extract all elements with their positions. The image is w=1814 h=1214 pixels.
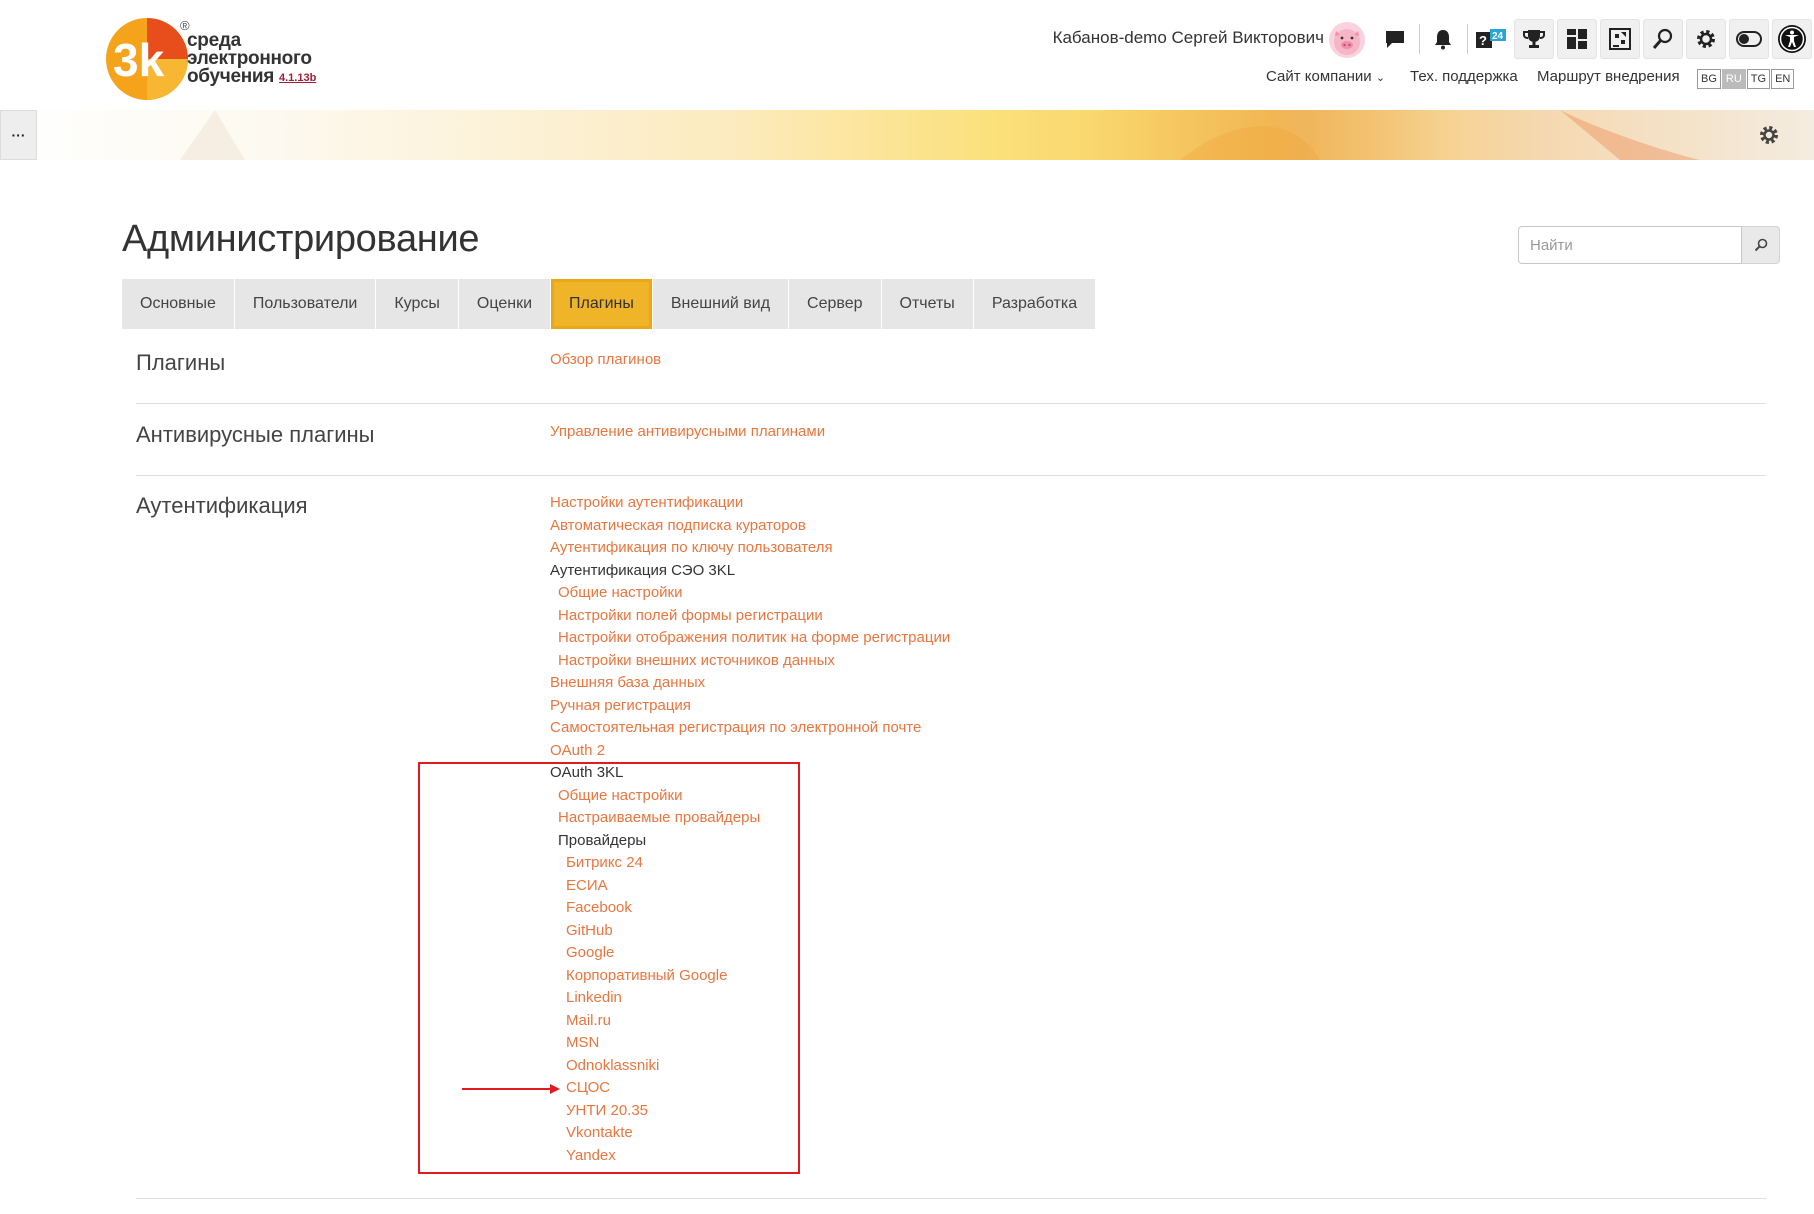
annotation-highlight-box (418, 762, 800, 1174)
auth-link[interactable]: Ручная регистрация (550, 696, 691, 716)
drawer-toggle-button[interactable]: ··· (0, 110, 37, 160)
dashboard-icon[interactable] (1557, 19, 1597, 59)
chess-icon[interactable] (1600, 19, 1640, 59)
section-divider (136, 475, 1766, 476)
auth-link[interactable]: Аутентификация по ключу пользователя (550, 538, 833, 558)
top-links: Сайт компании ⌄ Тех. поддержка Маршрут в… (1200, 68, 1690, 90)
svg-text:?: ? (1479, 33, 1487, 48)
header-icons: ? 24 (1372, 19, 1812, 59)
auth-link[interactable]: Общие настройки (558, 583, 683, 603)
annotation-arrow-icon (462, 1084, 560, 1094)
page-settings-gear-icon[interactable] (1756, 122, 1782, 148)
version-label: 4.1.13b (279, 72, 317, 84)
auth-link[interactable]: Самостоятельная регистрация по электронн… (550, 718, 921, 738)
search-icon (1754, 238, 1767, 252)
tab-reports[interactable]: Отчеты (881, 279, 974, 329)
svg-text:24: 24 (1492, 31, 1504, 42)
bell-icon[interactable] (1423, 19, 1463, 59)
auth-link[interactable]: Настройки полей формы регистрации (558, 606, 823, 626)
svg-text:3k: 3k (113, 34, 165, 86)
search-input[interactable] (1518, 226, 1742, 264)
search-submit-button[interactable] (1742, 226, 1780, 264)
lang-en[interactable]: EN (1771, 69, 1795, 89)
section-title: Плагины (136, 350, 226, 375)
logo-3k-icon: 3k (106, 18, 188, 100)
tab-plugins[interactable]: Плагины (551, 279, 653, 329)
avatar[interactable] (1329, 22, 1365, 58)
header-divider (1419, 24, 1420, 54)
header-banner (0, 110, 1814, 160)
chevron-down-icon: ⌄ (1375, 72, 1386, 84)
admin-search (1518, 226, 1780, 264)
section-divider (136, 403, 1766, 404)
roadmap-link[interactable]: Маршрут внедрения (1537, 68, 1680, 85)
section-title: Антивирусные плагины (136, 422, 375, 447)
header-divider (1467, 24, 1468, 54)
gear-icon[interactable] (1686, 19, 1726, 59)
admin-tabs: Основные Пользователи Курсы Оценки Плаги… (122, 279, 1097, 329)
search-icon[interactable] (1643, 19, 1683, 59)
plugins-overview-link[interactable]: Обзор плагинов (550, 350, 661, 370)
tab-development[interactable]: Разработка (973, 279, 1097, 329)
auth-link[interactable]: Внешняя база данных (550, 673, 705, 693)
company-site-label: Сайт компании (1266, 68, 1372, 85)
auth-group-label: Аутентификация СЭО 3KL (550, 561, 736, 579)
lang-ru[interactable]: RU (1721, 69, 1746, 89)
auth-link[interactable]: Настройки аутентификации (550, 493, 743, 513)
support-link[interactable]: Тех. поддержка (1410, 68, 1518, 85)
accessibility-icon[interactable] (1772, 19, 1812, 59)
lang-tg[interactable]: TG (1746, 69, 1771, 89)
auth-link[interactable]: Автоматическая подписка кураторов (550, 516, 806, 536)
tab-general[interactable]: Основные (122, 279, 235, 329)
user-name[interactable]: Кабанов-demo Сергей Викторович (1010, 28, 1324, 48)
chat-icon[interactable] (1375, 19, 1415, 59)
section-title: Аутентификация (136, 493, 308, 518)
language-switcher: BG RU TG EN (1696, 69, 1795, 89)
pig-avatar-icon (1334, 29, 1360, 55)
lang-bg[interactable]: BG (1697, 69, 1721, 89)
help-icon[interactable]: ? 24 (1471, 19, 1511, 59)
tab-appearance[interactable]: Внешний вид (652, 279, 790, 329)
auth-link[interactable]: OAuth 2 (550, 741, 605, 761)
tab-users[interactable]: Пользователи (234, 279, 377, 329)
tab-courses[interactable]: Курсы (376, 279, 459, 329)
auth-link[interactable]: Настройки внешних источников данных (558, 651, 835, 671)
banner-decoration (180, 110, 1700, 160)
toggle-icon[interactable] (1729, 19, 1769, 59)
auth-link[interactable]: Настройки отображения политик на форме р… (558, 628, 950, 648)
tab-grades[interactable]: Оценки (458, 279, 552, 329)
logo[interactable]: 3k ® среда электронного обучения 4.1.13b (104, 16, 334, 102)
trophy-icon[interactable] (1514, 19, 1554, 59)
section-divider (136, 1198, 1766, 1199)
antivirus-manage-link[interactable]: Управление антивирусными плагинами (550, 422, 825, 442)
page-title: Администрирование (122, 218, 480, 260)
company-site-link[interactable]: Сайт компании ⌄ (1266, 68, 1385, 85)
tab-server[interactable]: Сервер (789, 279, 882, 329)
page-header: 3k ® среда электронного обучения 4.1.13b… (0, 0, 1814, 110)
